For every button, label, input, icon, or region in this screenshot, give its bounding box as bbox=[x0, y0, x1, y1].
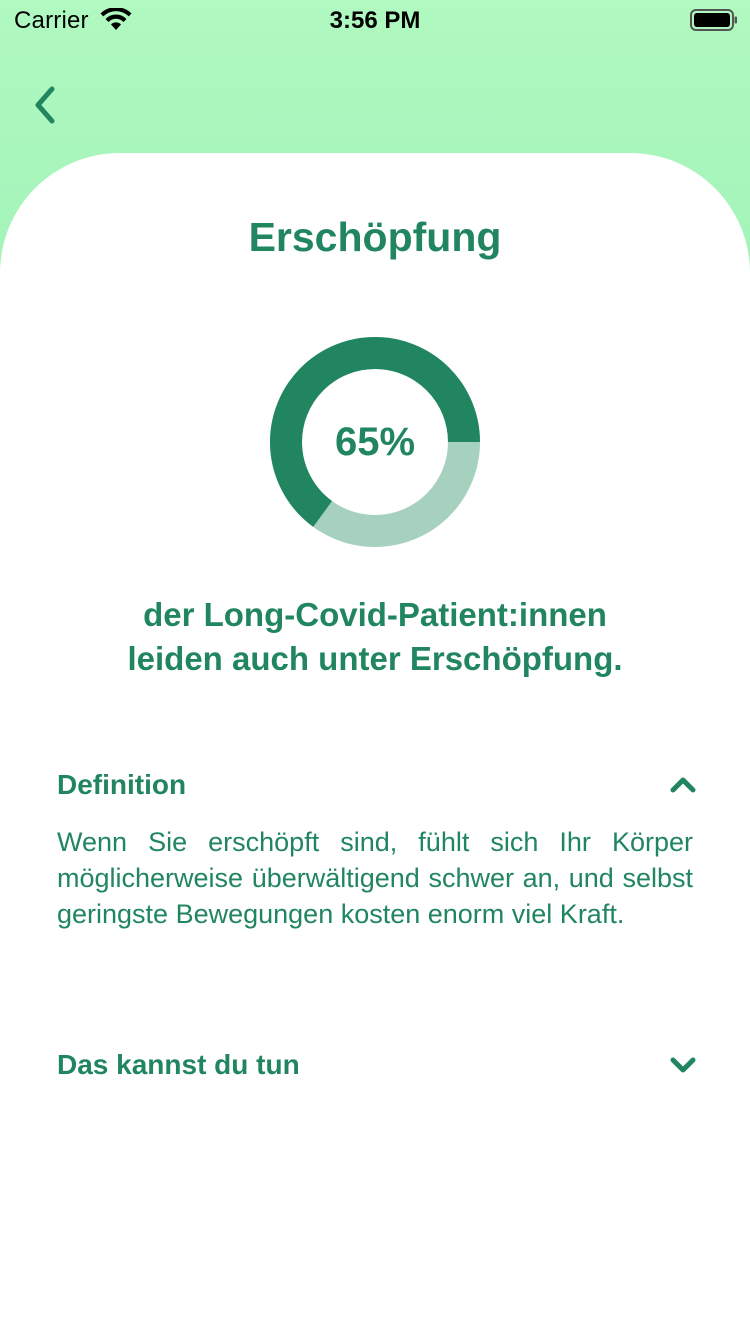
percentage-donut-chart: 65% bbox=[270, 337, 480, 547]
section-definition-title: Definition bbox=[57, 769, 187, 800]
stat-description-line-1: der Long-Covid-Patient:innen bbox=[143, 596, 607, 633]
chevron-left-icon bbox=[35, 86, 55, 124]
status-bar: Carrier 3:56 PM bbox=[0, 0, 750, 40]
status-time: 3:56 PM bbox=[329, 7, 421, 34]
stat-description: der Long-Covid-Patient:innen leiden auch… bbox=[0, 593, 750, 681]
chevron-up-icon bbox=[670, 777, 696, 793]
content-card bbox=[0, 153, 750, 1334]
percentage-label: 65% bbox=[334, 419, 416, 464]
chevron-down-icon bbox=[670, 1057, 696, 1073]
stat-description-line-2: leiden auch unter Erschöpfung. bbox=[127, 640, 623, 677]
back-button[interactable] bbox=[22, 82, 68, 128]
section-actions-header[interactable]: Das kannst du tun bbox=[57, 1045, 697, 1085]
section-definition-body: Wenn Sie erschöpft sind, fühlt sich Ihr … bbox=[57, 827, 693, 929]
section-definition-header[interactable]: Definition bbox=[57, 765, 697, 805]
battery-icon bbox=[690, 9, 737, 31]
section-actions-title: Das kannst du tun bbox=[57, 1049, 300, 1080]
page-title: Erschöpfung bbox=[248, 214, 502, 260]
